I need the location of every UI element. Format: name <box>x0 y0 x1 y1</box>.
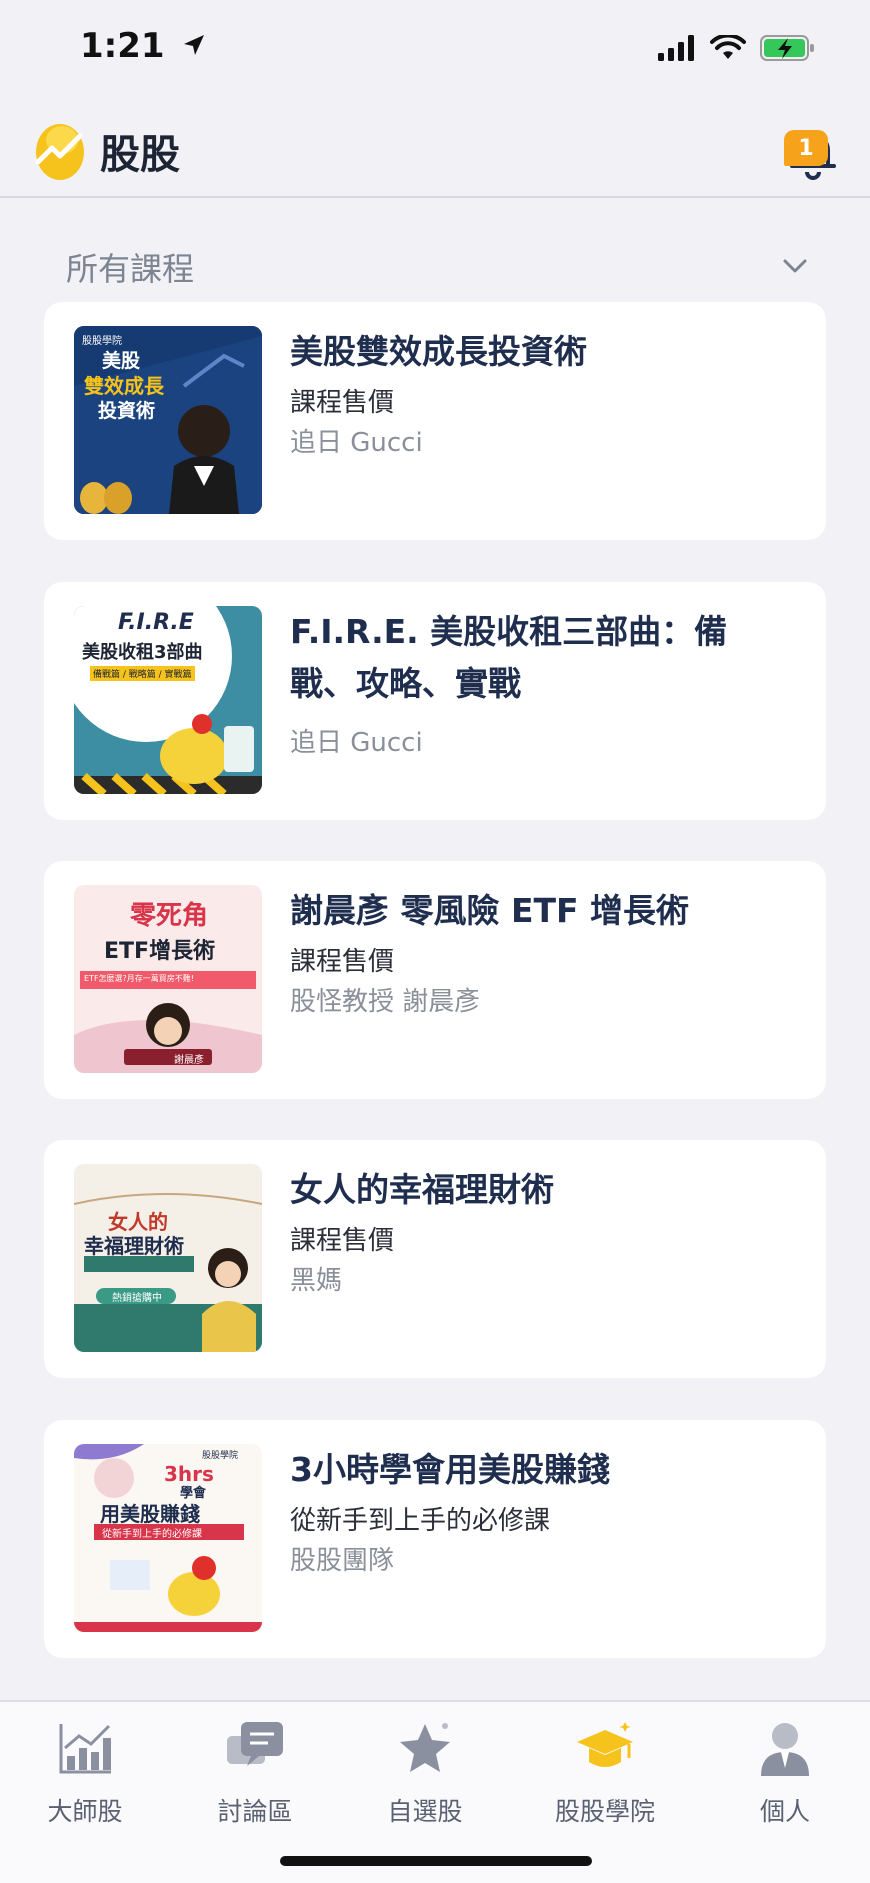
signal-icon <box>658 35 694 61</box>
course-title: 女人的幸福理財術 <box>290 1170 554 1209</box>
course-author: 黑媽 <box>290 1266 343 1296</box>
tab-label: 討論區 <box>217 1797 293 1826</box>
battery-icon <box>760 35 814 61</box>
course-price-label: 課程售價 <box>290 388 395 418</box>
course-title: 謝晨彥 零風險 ETF 增長術 <box>290 891 690 930</box>
app-logo-icon <box>35 124 84 180</box>
chat-icon <box>227 1722 283 1766</box>
app-name: 股股 <box>100 132 180 178</box>
tab-label: 股股學院 <box>554 1797 655 1826</box>
cover-title-2: 幸福理財術 <box>84 1234 184 1258</box>
course-thumbnail: 女人的 幸福理財術 熱銷搶購中 <box>74 1164 262 1352</box>
course-author: 追日 Gucci <box>290 728 423 758</box>
tab-label: 大師股 <box>47 1797 123 1826</box>
cover-title-2: 美股收租3部曲 <box>82 642 203 663</box>
cover-subtitle: 備戰篇 / 戰略篇 / 實戰篇 <box>90 666 195 681</box>
cover-badge: 熱銷搶購中 <box>112 1293 162 1304</box>
cover-subtitle: 從新手到上手的必修課 <box>102 1529 202 1540</box>
cover-subtitle: ETF怎麼選?月存一萬買房不難! <box>84 974 194 983</box>
course-price-label: 課程售價 <box>290 1226 395 1256</box>
home-indicator <box>280 1856 592 1866</box>
location-arrow-icon <box>184 35 205 55</box>
cover-title-3: 投資術 <box>98 400 156 422</box>
notification-badge: 1 <box>784 130 828 166</box>
course-thumbnail: F.I.R.E 美股收租3部曲 備戰篇 / 戰略篇 / 實戰篇 <box>74 606 262 794</box>
course-author: 追日 Gucci <box>290 428 423 458</box>
cover-title-1: 美股 <box>102 350 141 372</box>
graduation-cap-icon <box>577 1722 633 1767</box>
cover-author: 謝晨彥 <box>174 1055 204 1066</box>
course-subtitle: 從新手到上手的必修課 <box>290 1506 551 1536</box>
tab-label: 個人 <box>759 1797 810 1826</box>
app-header: 股股 1 <box>0 100 870 198</box>
star-icon <box>400 1723 450 1772</box>
tab-academy[interactable]: 股股學院 <box>520 1718 690 1848</box>
course-thumbnail: 股股學院 3hrs 學會 用美股賺錢 從新手到上手的必修課 <box>74 1444 262 1632</box>
cover-title: 用美股賺錢 <box>100 1502 200 1526</box>
person-icon <box>761 1723 809 1776</box>
cover-title-2: 雙效成長 <box>84 374 164 398</box>
notification-button[interactable]: 1 <box>778 116 848 186</box>
cover-brand: 股股學院 <box>82 336 122 347</box>
tab-watchlist[interactable]: 自選股 <box>340 1718 510 1848</box>
course-author: 股股團隊 <box>290 1546 395 1576</box>
course-price-label: 課程售價 <box>290 947 395 977</box>
cover-title-2: ETF增長術 <box>104 939 216 964</box>
wifi-icon <box>710 35 746 59</box>
course-card[interactable]: 股股學院 3hrs 學會 用美股賺錢 從新手到上手的必修課 3小時學會用美股賺錢… <box>44 1420 826 1658</box>
tab-master-stocks[interactable]: 大師股 <box>0 1718 170 1848</box>
course-title: 美股雙效成長投資術 <box>290 332 587 371</box>
tab-profile[interactable]: 個人 <box>700 1718 870 1848</box>
course-title: F.I.R.E. 美股收租三部曲：備戰、攻略、實戰 <box>290 612 728 703</box>
course-thumbnail: 零死角 ETF增長術 ETF怎麼選?月存一萬買房不難! 謝晨彥 <box>74 885 262 1073</box>
course-card[interactable]: 女人的 幸福理財術 熱銷搶購中 女人的幸福理財術 課程售價 黑媽 <box>44 1140 826 1378</box>
section-title[interactable]: 所有課程 <box>66 244 194 290</box>
status-time: 1:21 <box>80 26 206 66</box>
status-icons <box>658 34 816 62</box>
tab-label: 自選股 <box>387 1797 463 1826</box>
status-bar: 1:21 <box>0 0 870 100</box>
cover-title-1: F.I.R.E <box>118 610 194 635</box>
course-card[interactable]: 股股學院 美股 雙效成長 投資術 美股雙效成長投資術 課程售價 追日 Gucci <box>44 302 826 540</box>
cover-brand: 股股學院 <box>202 1451 239 1461</box>
cover-title-1: 零死角 <box>130 901 209 931</box>
course-card[interactable]: F.I.R.E 美股收租3部曲 備戰篇 / 戰略篇 / 實戰篇 F.I.R.E.… <box>44 582 826 820</box>
chevron-down-icon[interactable] <box>782 256 808 276</box>
tab-forum[interactable]: 討論區 <box>170 1718 340 1848</box>
course-author: 股怪教授 謝晨彥 <box>290 987 481 1017</box>
chart-icon <box>59 1724 111 1774</box>
course-thumbnail: 股股學院 美股 雙效成長 投資術 <box>74 326 262 514</box>
course-title: 3小時學會用美股賺錢 <box>290 1450 610 1489</box>
course-card[interactable]: 零死角 ETF增長術 ETF怎麼選?月存一萬買房不難! 謝晨彥 謝晨彥 零風險 … <box>44 861 826 1099</box>
